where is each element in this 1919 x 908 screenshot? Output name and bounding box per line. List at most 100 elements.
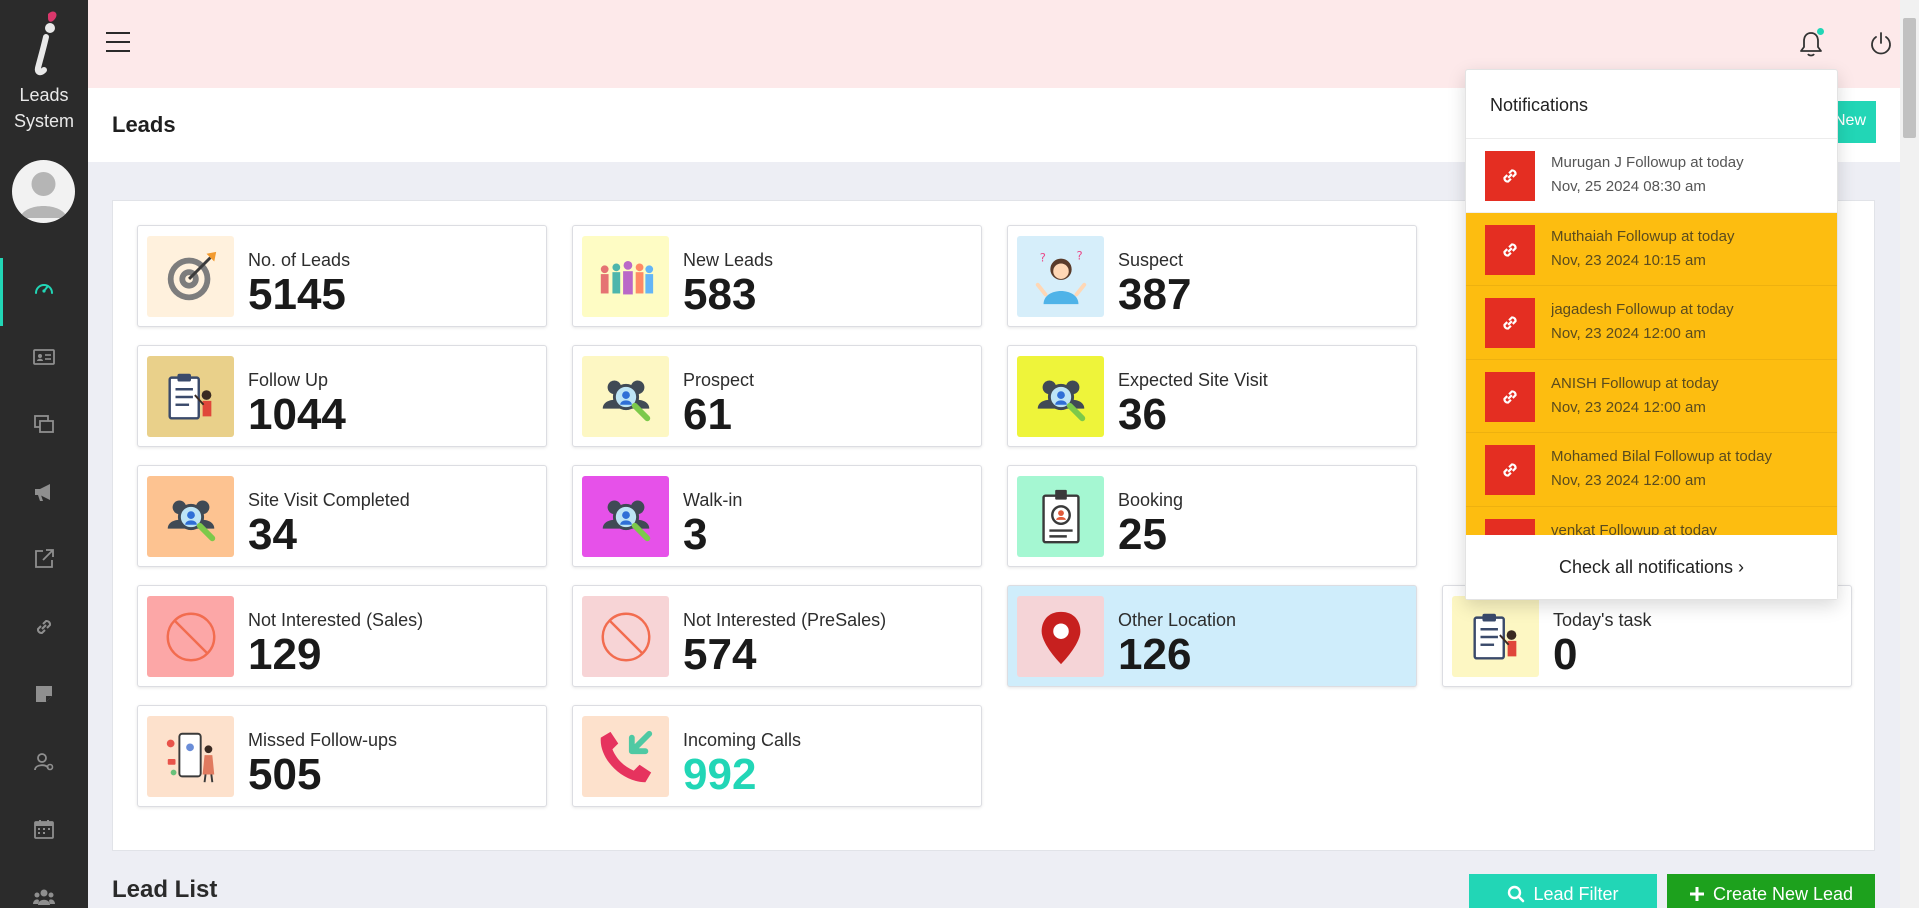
sidebar-item-user-search[interactable] — [0, 731, 88, 799]
stat-label: Follow Up — [248, 370, 329, 390]
brand[interactable]: Leads System — [0, 10, 88, 134]
stat-card[interactable]: Today's task 0 — [1442, 585, 1852, 687]
sidebar-item-note[interactable] — [0, 663, 88, 731]
notification-text: ANISH Followup at today — [1551, 374, 1719, 392]
notification-item[interactable]: ANISH Followup at today Nov, 23 2024 12:0… — [1466, 359, 1837, 433]
copy-icon — [32, 412, 56, 441]
stat-card[interactable]: Walk-in 3 — [572, 465, 982, 567]
link-icon — [1485, 298, 1535, 348]
stat-value: 129 — [248, 630, 322, 679]
stat-card[interactable]: No. of Leads 5145 — [137, 225, 547, 327]
external-link-icon — [32, 547, 56, 576]
sidebar-item-link[interactable] — [0, 596, 88, 664]
scrollbar-thumb[interactable] — [1903, 18, 1916, 138]
brand-name-line2: System — [13, 111, 74, 131]
notification-item[interactable]: Mohamed Bilal Followup at today Nov, 23 2… — [1466, 433, 1837, 507]
logo-icon — [34, 11, 57, 76]
notification-time: Nov, 23 2024 12:00 am — [1551, 398, 1706, 416]
notification-item[interactable]: jagadesh Followup at today Nov, 23 2024 1… — [1466, 286, 1837, 360]
plus-icon — [1689, 887, 1704, 901]
sidebar-item-contact-card[interactable] — [0, 326, 88, 394]
page-scrollbar[interactable] — [1900, 0, 1919, 908]
link-icon — [1485, 518, 1535, 535]
brand-name: Leads System — [0, 82, 88, 134]
stat-label: Walk-in — [683, 490, 743, 510]
users-icon — [32, 885, 56, 908]
note-icon — [32, 682, 56, 711]
menu-toggle-icon[interactable] — [106, 32, 130, 52]
people-group-icon — [582, 236, 669, 317]
sidebar: Leads System — [0, 0, 88, 908]
stat-label: Today's task — [1553, 610, 1652, 630]
stat-label: New Leads — [683, 250, 774, 270]
stat-card[interactable]: Missed Follow-ups 505 — [137, 705, 547, 807]
stat-value: 505 — [248, 750, 322, 799]
stat-card[interactable]: Prospect 61 — [572, 345, 982, 447]
sidebar-item-dashboard[interactable] — [0, 258, 88, 326]
target-icon — [147, 236, 234, 317]
stat-card[interactable]: Booking 25 — [1007, 465, 1417, 567]
location-pin-icon — [1017, 596, 1104, 677]
power-icon[interactable] — [1868, 31, 1894, 57]
stat-card[interactable]: ?? Suspect 387 — [1007, 225, 1417, 327]
stat-card[interactable]: Expected Site Visit 36 — [1007, 345, 1417, 447]
prohibited-icon — [147, 596, 234, 677]
lead-filter-button[interactable]: Lead Filter — [1469, 874, 1657, 908]
stat-label: No. of Leads — [248, 250, 351, 270]
user-avatar-icon — [20, 172, 67, 218]
link-icon — [1485, 151, 1535, 201]
confused-person-icon: ?? — [1017, 236, 1104, 317]
stat-label: Not Interested (PreSales) — [683, 610, 887, 630]
stat-value: 34 — [248, 510, 297, 559]
calendar-icon — [32, 817, 56, 846]
stat-value: 5145 — [248, 270, 346, 319]
stat-value: 61 — [683, 390, 732, 439]
search-people-icon — [1017, 356, 1104, 437]
clipboard-person-icon — [1452, 596, 1539, 677]
stat-value: 3 — [683, 510, 708, 559]
stat-card[interactable]: Site Visit Completed 34 — [137, 465, 547, 567]
stat-value: 992 — [683, 750, 757, 799]
sidebar-item-external-link[interactable] — [0, 528, 88, 596]
dashboard-icon — [32, 277, 56, 306]
stat-card[interactable]: New Leads 583 — [572, 225, 982, 327]
link-icon — [1485, 371, 1535, 422]
notification-item[interactable]: venkat Followup at todayNov, 23 2024 12:… — [1466, 506, 1837, 535]
contact-card-icon — [32, 345, 56, 374]
check-all-notifications-link[interactable]: Check all notifications › — [1466, 535, 1837, 599]
notification-item[interactable]: Muthaiah Followup at today Nov, 23 2024 1… — [1466, 212, 1837, 286]
sidebar-item-calendar[interactable] — [0, 798, 88, 866]
brand-name-line1: Leads — [19, 85, 69, 105]
stat-label: Missed Follow-ups — [248, 730, 398, 750]
sidebar-item-copy[interactable] — [0, 393, 88, 461]
sidebar-item-users[interactable] — [0, 866, 88, 908]
sidebar-item-megaphone[interactable] — [0, 461, 88, 529]
create-new-lead-label: Create New Lead — [1712, 883, 1854, 904]
stat-card[interactable]: Follow Up 1044 — [137, 345, 547, 447]
notification-text: Mohamed Bilal Followup at today — [1551, 448, 1772, 465]
lead-filter-label: Lead Filter — [1533, 883, 1619, 904]
svg-text:?: ? — [1076, 248, 1082, 262]
stat-value: 126 — [1118, 630, 1192, 679]
prohibited-icon — [582, 596, 669, 677]
stat-value: 0 — [1553, 630, 1578, 679]
avatar[interactable] — [12, 160, 75, 223]
notification-bell-icon[interactable] — [1798, 28, 1824, 58]
stat-card[interactable]: Not Interested (PreSales) 574 — [572, 585, 982, 687]
notification-dot — [1817, 28, 1824, 35]
notifications-list[interactable]: Murugan J Followup at today Nov, 25 2024 … — [1466, 139, 1837, 535]
stat-value: 25 — [1118, 510, 1167, 559]
stat-card[interactable]: Not Interested (Sales) 129 — [137, 585, 547, 687]
link-icon — [32, 615, 56, 644]
link-icon — [1485, 224, 1535, 275]
notification-time: Nov, 23 2024 10:15 am — [1551, 251, 1706, 269]
stat-label: Suspect — [1118, 250, 1184, 270]
create-new-lead-button[interactable]: Create New Lead — [1667, 874, 1875, 908]
clipboard-person-icon — [147, 356, 234, 437]
phone-person-icon — [147, 716, 234, 797]
stat-card[interactable]: Other Location 126 — [1007, 585, 1417, 687]
notification-item[interactable]: Murugan J Followup at today Nov, 25 2024 … — [1466, 139, 1837, 213]
stat-value: 574 — [683, 630, 757, 679]
stat-card[interactable]: Incoming Calls 992 — [572, 705, 982, 807]
lead-list-title: Lead List — [112, 876, 218, 903]
